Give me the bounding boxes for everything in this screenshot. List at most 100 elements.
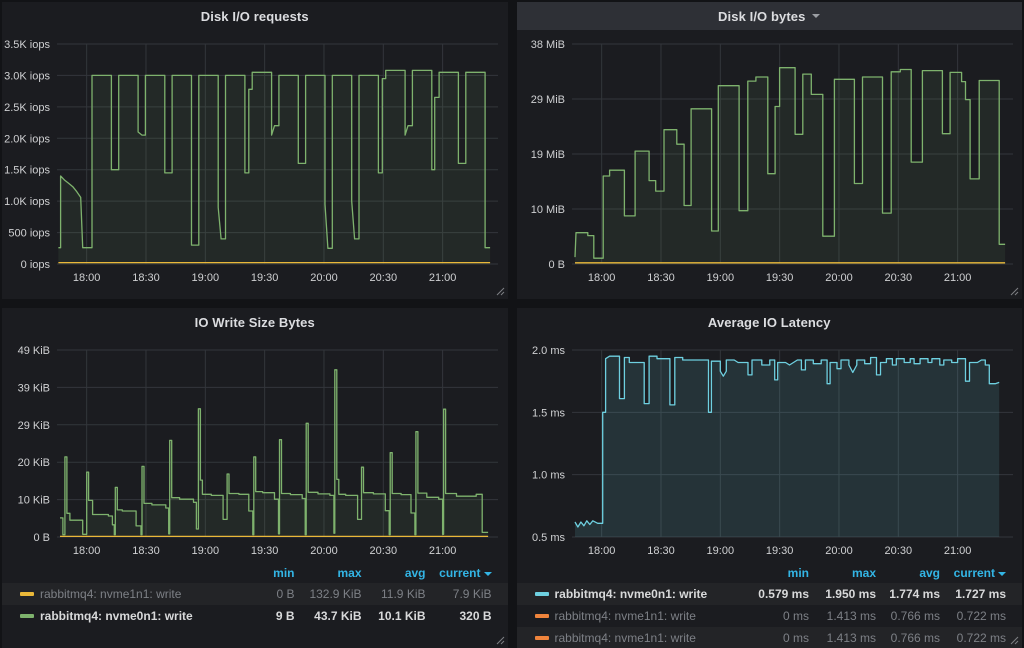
y-tick-label: 49 KiB	[18, 345, 50, 357]
panel-disk-io-bytes: Disk I/O bytes 0 B 10 MiB 19 MiB 29 MiB 38 M…	[517, 2, 1023, 299]
legend-series-label[interactable]: rabbitmq4: nvme1n1: write	[40, 587, 228, 601]
panel-header-io-write-size-bytes[interactable]: IO Write Size Bytes	[2, 308, 508, 336]
y-tick-label: 2.0 ms	[531, 345, 565, 357]
y-tick-label: 19 MiB	[530, 149, 564, 161]
chart-svg: 0 B 10 MiB 19 MiB 29 MiB 38 MiB 18:00 18:30 19:…	[517, 30, 1023, 288]
panel-average-io-latency: Average IO Latency 0.5 ms 1.0 ms 1.5 ms 2.0…	[517, 308, 1023, 648]
chart-canvas-io-write-size-bytes[interactable]: 0 B10 KiB20 KiB29 KiB39 KiB49 KiB18:0018…	[2, 336, 508, 561]
legend-sort-avg[interactable]: avg	[362, 566, 426, 580]
legend-value: 43.7 KiB	[295, 609, 362, 623]
legend-value: 0 ms	[742, 631, 809, 645]
y-tick-label: 10 KiB	[18, 495, 50, 507]
y-tick-label: 2.5K iops	[4, 102, 50, 114]
legend-sort-max[interactable]: max	[809, 566, 876, 580]
chart-canvas-disk-io-bytes[interactable]: 0 B 10 MiB 19 MiB 29 MiB 38 MiB 18:00 18:30 19:…	[517, 30, 1023, 288]
y-tick-label: 1.0 ms	[531, 470, 565, 482]
legend-series-label[interactable]: rabbitmq4: nvme0n1: write	[40, 609, 228, 623]
legend-value: 1.413 ms	[809, 631, 876, 645]
legend-color-swatch[interactable]	[20, 592, 34, 596]
legend-value: 0.722 ms	[940, 609, 1006, 623]
legend-value: 0 ms	[742, 609, 809, 623]
panel-header-disk-io-requests[interactable]: Disk I/O requests	[2, 2, 508, 30]
chart-canvas-disk-io-requests[interactable]: 0 iops500 iops1.0K iops1.5K iops2.0K iop…	[2, 30, 508, 288]
x-tick-label: 19:00	[706, 545, 734, 557]
legend-value: 1.413 ms	[809, 609, 876, 623]
legend-row-partial: rabbitmq4: nvme1n1: write0 ms1.413 ms0.7…	[517, 627, 1023, 648]
legend-color-swatch[interactable]	[535, 636, 549, 640]
legend-table: minmaxavgcurrent rabbitmq4: nvme1n1: writ…	[2, 563, 508, 627]
x-tick-label: 18:30	[647, 272, 675, 284]
legend-value: 7.9 KiB	[426, 587, 492, 601]
y-tick-label: 29 MiB	[530, 94, 564, 106]
y-tick-label: 2.0K iops	[4, 133, 50, 145]
sort-caret-icon	[998, 572, 1006, 576]
legend-sort-max[interactable]: max	[295, 566, 362, 580]
panel-header-average-io-latency[interactable]: Average IO Latency	[517, 308, 1023, 336]
legend-value: 132.9 KiB	[295, 587, 362, 601]
panel-title[interactable]: Disk I/O bytes	[718, 9, 805, 24]
legend-color-swatch[interactable]	[535, 592, 549, 596]
y-tick-label: 0.5 ms	[531, 532, 565, 544]
legend-value: 11.9 KiB	[362, 587, 426, 601]
panel-header-disk-io-bytes[interactable]: Disk I/O bytes	[517, 2, 1023, 30]
x-tick-label: 19:30	[251, 545, 279, 557]
x-tick-label: 19:00	[192, 272, 220, 284]
legend-sort-current[interactable]: current	[940, 566, 1006, 580]
legend-value: 0.579 ms	[742, 587, 809, 601]
x-tick-label: 20:30	[884, 272, 912, 284]
legend-value: 0 B	[228, 587, 295, 601]
legend-value: 1.950 ms	[809, 587, 876, 601]
x-tick-label: 18:00	[587, 545, 615, 557]
y-tick-label: 1.5 ms	[531, 407, 565, 419]
legend-series-label[interactable]: rabbitmq4: nvme0n1: write	[555, 587, 743, 601]
legend-sort-min[interactable]: min	[228, 566, 295, 580]
x-tick-label: 18:00	[587, 272, 615, 284]
x-tick-label: 20:30	[370, 545, 398, 557]
x-tick-label: 20:00	[825, 545, 853, 557]
legend-sort-current[interactable]: current	[426, 566, 492, 580]
x-tick-label: 20:00	[310, 545, 338, 557]
panel-io-write-size-bytes: IO Write Size Bytes 0 B10 KiB20 KiB29 Ki…	[2, 308, 508, 648]
panel-resize-handle[interactable]	[496, 636, 505, 645]
chart-svg: 0 iops500 iops1.0K iops1.5K iops2.0K iop…	[2, 30, 508, 288]
sort-caret-icon	[484, 572, 492, 576]
legend-row: rabbitmq4: nvme0n1: write9 B43.7 KiB10.1…	[2, 605, 508, 627]
legend-value: 0.722 ms	[940, 631, 1006, 645]
legend-sort-avg[interactable]: avg	[876, 566, 940, 580]
legend-value: 9 B	[228, 609, 295, 623]
legend-value: 0.766 ms	[876, 609, 940, 623]
y-tick-label: 3.5K iops	[4, 39, 50, 51]
panel-title[interactable]: Disk I/O requests	[201, 9, 309, 24]
panel-title[interactable]: Average IO Latency	[708, 315, 831, 330]
series-fill	[60, 370, 488, 537]
legend-sort-min[interactable]: min	[742, 566, 809, 580]
y-tick-label: 38 MiB	[530, 39, 564, 51]
y-tick-label: 0 iops	[21, 259, 51, 271]
x-tick-label: 18:00	[73, 272, 101, 284]
legend-color-swatch[interactable]	[20, 614, 34, 618]
x-tick-label: 21:00	[943, 545, 971, 557]
x-tick-label: 20:00	[825, 272, 853, 284]
dashboard-grid: Disk I/O requests 0 iops500 iops1.0K iop…	[0, 0, 1024, 635]
y-tick-label: 1.0K iops	[4, 196, 50, 208]
panel-disk-io-requests: Disk I/O requests 0 iops500 iops1.0K iop…	[2, 2, 508, 299]
panel-resize-handle[interactable]	[496, 287, 505, 296]
legend-value: 0.766 ms	[876, 631, 940, 645]
legend-color-swatch[interactable]	[535, 614, 549, 618]
chart-svg: 0.5 ms1.0 ms1.5 ms2.0 ms18:0018:3019:001…	[517, 336, 1023, 561]
chart-canvas-average-io-latency[interactable]: 0.5 ms1.0 ms1.5 ms2.0 ms18:0018:3019:001…	[517, 336, 1023, 561]
panel-title[interactable]: IO Write Size Bytes	[195, 315, 315, 330]
x-tick-label: 18:30	[132, 545, 160, 557]
panel-resize-handle[interactable]	[1010, 287, 1019, 296]
legend-table: minmaxavgcurrent rabbitmq4: nvme0n1: writ…	[517, 563, 1023, 648]
y-tick-label: 10 MiB	[530, 204, 564, 216]
legend-value: 1.727 ms	[940, 587, 1006, 601]
legend-series-label[interactable]: rabbitmq4: nvme1n1: write	[555, 631, 743, 645]
chart-svg: 0 B10 KiB20 KiB29 KiB39 KiB49 KiB18:0018…	[2, 336, 508, 561]
y-tick-label: 29 KiB	[18, 420, 50, 432]
x-tick-label: 19:30	[765, 272, 793, 284]
panel-resize-handle[interactable]	[1010, 636, 1019, 645]
legend-series-label[interactable]: rabbitmq4: nvme1n1: write	[555, 609, 743, 623]
y-tick-label: 0 B	[548, 259, 565, 271]
legend-row: rabbitmq4: nvme0n1: write0.579 ms1.950 m…	[517, 583, 1023, 605]
